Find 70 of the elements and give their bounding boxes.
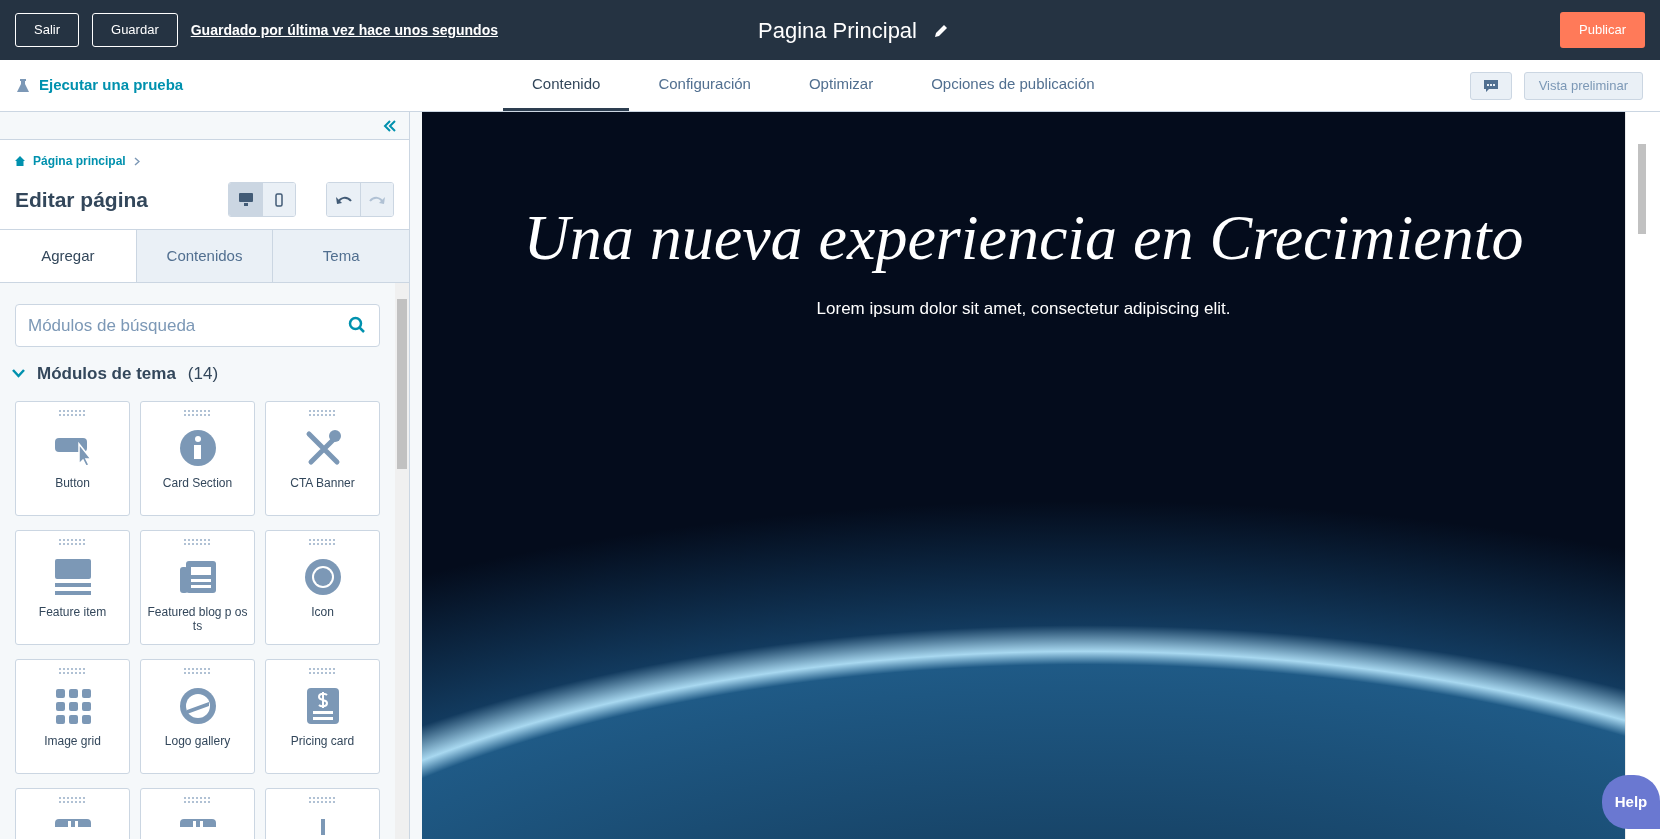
module-card[interactable]: Button [15, 400, 130, 516]
chevron-right-icon [133, 156, 140, 166]
module-card[interactable]: Icon [265, 529, 380, 645]
desktop-view-button[interactable] [229, 183, 262, 216]
drag-handle-icon [308, 667, 337, 674]
drag-handle-icon [58, 667, 87, 674]
search-field[interactable]: Módulos de búsqueda [15, 304, 380, 347]
feature-item-icon [52, 556, 93, 597]
drag-handle-icon [183, 796, 212, 803]
chevron-down-icon [12, 369, 25, 379]
panel-tab[interactable]: Contenidos [135, 230, 273, 282]
undo-icon [335, 194, 352, 205]
logo-badge-icon [177, 685, 218, 726]
module-card[interactable]: Card Section [140, 400, 255, 516]
drag-handle-icon [308, 409, 337, 416]
section-toggle[interactable]: Módulos de tema (14) [12, 361, 219, 387]
hero-subheadline: Lorem ipsum dolor sit amet, consectetur adipiscing elit. [816, 298, 1231, 320]
calendar-icon [179, 818, 216, 827]
module-label: Card Section [161, 475, 234, 490]
module-label: Icon [310, 604, 335, 619]
module-label: Button [54, 475, 91, 490]
monitor-icon [238, 193, 253, 206]
drag-handle-icon [183, 667, 212, 674]
top-bar-button[interactable]: Salir [15, 13, 79, 47]
module-card[interactable]: CTA Banner [265, 400, 380, 516]
preview-scrollbar[interactable] [1638, 144, 1646, 234]
drag-handle-icon [58, 796, 87, 803]
phone-icon [275, 192, 283, 207]
speech-bubble-icon [1483, 79, 1498, 92]
pencil-icon[interactable] [933, 22, 949, 39]
drag-handle-icon [183, 409, 212, 416]
module-card[interactable]: Image grid [15, 658, 130, 774]
module-label: Featured blog p osts [146, 604, 249, 633]
drag-handle-icon [308, 796, 337, 803]
search-icon[interactable] [348, 316, 366, 334]
module-card[interactable]: Featured blog p osts [140, 529, 255, 645]
module-label: Feature item [37, 604, 108, 619]
drag-handle-icon [58, 409, 87, 416]
panel-title: Editar página [15, 186, 149, 213]
module-card[interactable]: Logo gallery [140, 658, 255, 774]
top-bar-button[interactable]: Guardar [92, 13, 178, 47]
module-card[interactable]: Feature item [15, 529, 130, 645]
undo-button[interactable] [327, 183, 360, 216]
panel-tab[interactable]: Tema [272, 230, 409, 282]
page-title: Pagina Principal [758, 17, 917, 45]
scrollbar[interactable] [395, 283, 409, 839]
drag-handle-icon [308, 538, 337, 545]
breadcrumb-link[interactable]: Página principal [33, 152, 126, 170]
drag-handle-icon [58, 538, 87, 545]
hero-headline: Una nueva experiencia en Crecimiento [523, 202, 1524, 274]
comment-button[interactable] [1469, 71, 1512, 100]
info-icon [177, 427, 218, 468]
drag-handle-icon [183, 538, 212, 545]
module-label: Logo gallery [163, 733, 232, 748]
redo-icon [369, 194, 385, 205]
badge-icon [302, 556, 343, 597]
editor-tab[interactable]: Configuración [629, 60, 780, 111]
module-label: Image grid [43, 733, 102, 748]
run-test-link[interactable]: Ejecutar una prueba [17, 74, 184, 97]
editor-tab[interactable]: Optimizar [779, 60, 903, 111]
collapse-icon[interactable] [383, 119, 397, 132]
calendar-icon [54, 818, 91, 827]
module-label: CTA Banner [289, 475, 356, 490]
module-card[interactable]: Pricing card [265, 658, 380, 774]
flask-icon [17, 79, 29, 92]
home-icon [15, 156, 25, 166]
save-status-link[interactable]: Guardado por última vez hace unos segundos [190, 19, 498, 41]
editor-tab[interactable]: Opciones de publicación [902, 60, 1124, 111]
module-label: Pricing card [289, 733, 356, 748]
mobile-view-button[interactable] [262, 183, 295, 216]
